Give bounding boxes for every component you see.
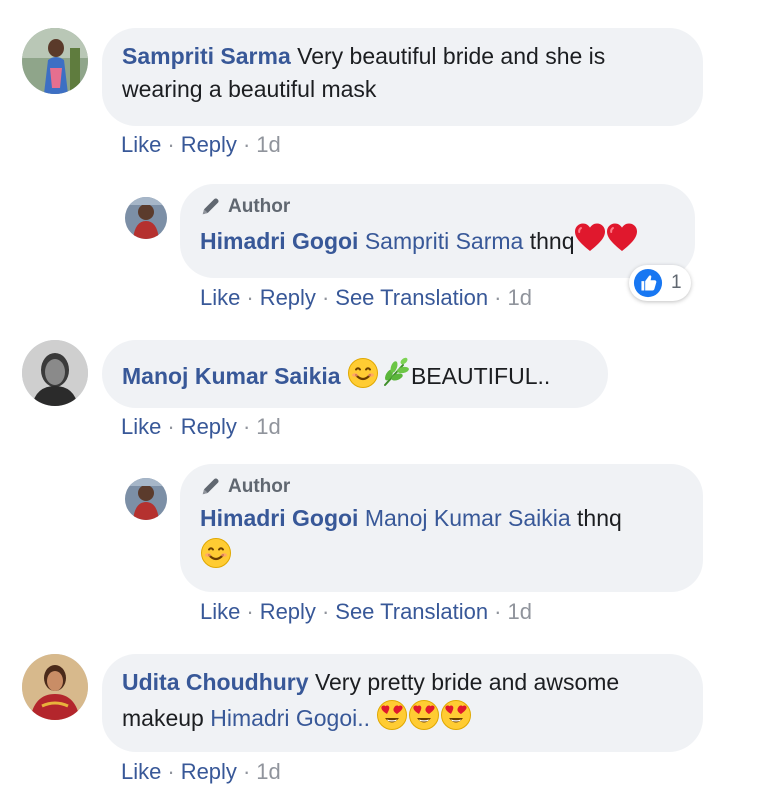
- avatar-manoj-kumar-saikia[interactable]: [22, 340, 88, 406]
- avatar-sampriti-sarma[interactable]: [22, 28, 88, 94]
- reply-actions: Like · Reply · See Translation · 1d: [200, 599, 532, 624]
- comment-actions: Like · Reply · 1d: [121, 759, 281, 784]
- reply-link[interactable]: Reply: [181, 759, 237, 784]
- commenter-name[interactable]: Himadri Gogoi: [200, 228, 358, 254]
- like-link[interactable]: Like: [121, 414, 161, 439]
- avatar-udita-choudhury[interactable]: [22, 654, 88, 720]
- timestamp[interactable]: 1d: [256, 759, 280, 784]
- comment-text-line: Udita Choudhury Very pretty bride and aw…: [122, 666, 683, 699]
- like-link[interactable]: Like: [121, 132, 161, 157]
- comment-text-line: wearing a beautiful mask: [122, 76, 377, 102]
- reply-text: thnq: [577, 505, 622, 531]
- comment-actions: Like · Reply · 1d: [121, 414, 281, 439]
- timestamp[interactable]: 1d: [256, 414, 280, 439]
- timestamp[interactable]: 1d: [256, 132, 280, 157]
- heart-eyes-icon: [408, 699, 440, 731]
- commenter-name[interactable]: Sampriti Sarma: [122, 43, 291, 69]
- reply-link[interactable]: Reply: [181, 132, 237, 157]
- avatar-photo: [125, 478, 167, 520]
- comment-text-line: Manoj Kumar Saikia BEAUTIFUL..: [122, 357, 588, 393]
- author-badge: Author: [200, 192, 675, 220]
- comment-text: Very pretty bride and awsome: [314, 669, 620, 695]
- comment-text: Very beautiful bride and she is: [297, 43, 606, 69]
- author-badge: Author: [200, 472, 683, 500]
- like-reaction-icon: [633, 268, 663, 298]
- smiling-face-icon: [200, 537, 232, 569]
- reply-text-line: Himadri Gogoi Sampriti Sarma thnq: [200, 222, 675, 258]
- avatar-photo: [22, 654, 88, 720]
- avatar-photo: [22, 28, 88, 94]
- reply-bubble: Author Himadri Gogoi Manoj Kumar Saikia …: [180, 464, 703, 592]
- reply-link[interactable]: Reply: [181, 414, 237, 439]
- reply-text: thnq: [529, 228, 575, 254]
- comment-actions: Like · Reply · 1d: [121, 132, 281, 157]
- reply-link[interactable]: Reply: [260, 599, 316, 624]
- red-heart-icon: [606, 222, 638, 254]
- like-link[interactable]: Like: [200, 285, 240, 310]
- like-link[interactable]: Like: [200, 599, 240, 624]
- mention-link[interactable]: Manoj Kumar Saikia: [365, 505, 571, 531]
- herb-icon: [379, 357, 411, 389]
- timestamp[interactable]: 1d: [507, 285, 531, 310]
- avatar-photo: [22, 340, 88, 406]
- commenter-name[interactable]: Udita Choudhury: [122, 669, 309, 695]
- reply-actions: Like · Reply · See Translation · 1d: [200, 285, 532, 310]
- reply-link[interactable]: Reply: [260, 285, 316, 310]
- commenter-name[interactable]: Himadri Gogoi: [200, 505, 358, 531]
- commenter-name[interactable]: Manoj Kumar Saikia: [122, 363, 341, 389]
- avatar-himadri-gogoi[interactable]: [125, 197, 167, 239]
- comment-text: BEAUTIFUL..: [410, 363, 551, 389]
- pencil-icon: [200, 195, 222, 217]
- heart-eyes-icon: [440, 699, 472, 731]
- timestamp[interactable]: 1d: [507, 599, 531, 624]
- reply-bubble: Author Himadri Gogoi Sampriti Sarma thnq: [180, 184, 695, 278]
- comment-bubble: Sampriti Sarma Very beautiful bride and …: [102, 28, 703, 126]
- like-link[interactable]: Like: [121, 759, 161, 784]
- heart-eyes-icon: [376, 699, 408, 731]
- mention-link[interactable]: Sampriti Sarma: [365, 228, 523, 254]
- smiling-face-icon: [347, 357, 379, 389]
- see-translation-link[interactable]: See Translation: [335, 599, 488, 624]
- reaction-count-pill[interactable]: 1: [629, 265, 691, 301]
- red-heart-icon: [574, 222, 606, 254]
- comment-bubble: Udita Choudhury Very pretty bride and aw…: [102, 654, 703, 752]
- comment-text: makeup: [122, 705, 204, 731]
- comment-text-line: makeup Himadri Gogoi..: [122, 699, 683, 735]
- reply-text-line: Himadri Gogoi Manoj Kumar Saikia thnq: [200, 502, 683, 535]
- avatar-photo: [125, 197, 167, 239]
- reaction-count: 1: [671, 272, 682, 293]
- mention-link[interactable]: Himadri Gogoi..: [210, 705, 370, 731]
- pencil-icon: [200, 475, 222, 497]
- comment-text-line: Sampriti Sarma Very beautiful bride and …: [122, 40, 683, 73]
- see-translation-link[interactable]: See Translation: [335, 285, 488, 310]
- comment-bubble: Manoj Kumar Saikia BEAUTIFUL..: [102, 340, 608, 408]
- reply-emoji-line: [200, 535, 683, 571]
- avatar-himadri-gogoi[interactable]: [125, 478, 167, 520]
